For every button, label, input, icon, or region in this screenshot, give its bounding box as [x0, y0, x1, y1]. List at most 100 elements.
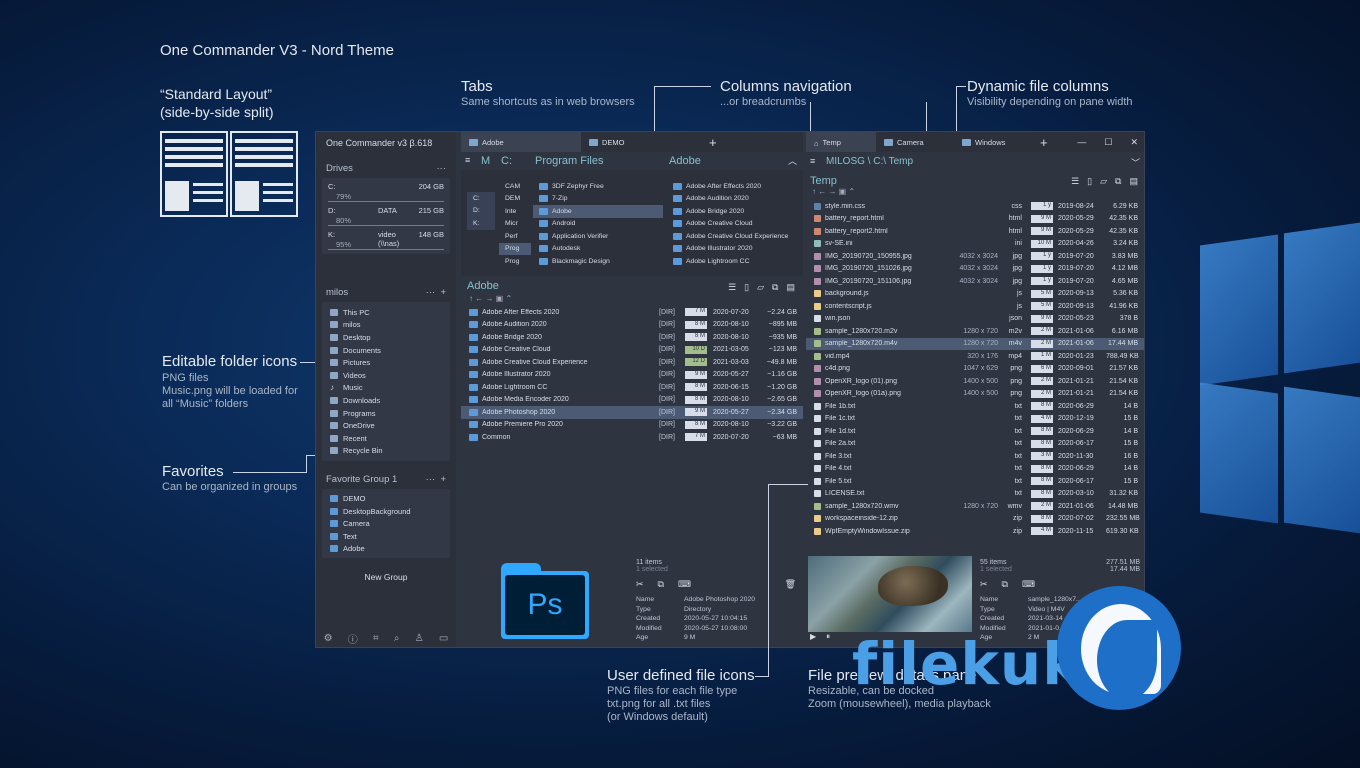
file-row[interactable]: OpenXR_logo (01).png 1400 x 500 png 2 M 2021…	[806, 375, 1144, 388]
place-desktop[interactable]: Desktop	[322, 331, 450, 344]
column-header[interactable]: M	[481, 155, 490, 167]
file-row[interactable]: vid.mp4 320 x 176 mp4 1 M 2020-01-23 788.49 K…	[806, 350, 1144, 363]
place-this-pc[interactable]: This PC	[322, 306, 450, 319]
layout-icon[interactable]: ⌗	[373, 633, 379, 644]
file-row[interactable]: background.js js 5 M 2020-09-13 5.36 KB	[806, 288, 1144, 301]
file-row[interactable]: File 1c.txt txt 4 M 2020-12-19 15 B	[806, 413, 1144, 426]
file-row[interactable]: battery_report.html html 9 M 2020-05-29 42.3…	[806, 213, 1144, 226]
folder-entry[interactable]: Adobe	[533, 205, 663, 218]
place-user[interactable]: milos	[322, 319, 450, 332]
file-row[interactable]: c4d.png 1047 x 629 png 6 M 2020-09-01 21.57 K…	[806, 363, 1144, 376]
chevron-down-icon[interactable]: ﹀	[1131, 156, 1140, 169]
file-row[interactable]: LICENSE.txt txt 8 M 2020-03-10 31.32 KB	[806, 488, 1144, 501]
minimize-icon[interactable]: —	[1077, 137, 1086, 148]
file-row[interactable]: WpfEmptyWindowIssue.zip zip 4 M 2020-11-15 6…	[806, 525, 1144, 538]
nav-arrows[interactable]: ↑ ← → ▣ ⌃	[812, 187, 855, 196]
new-tab-button[interactable]: +	[701, 135, 725, 150]
view-list-icon[interactable]: ☰	[728, 282, 736, 293]
window-icon[interactable]: ▭	[439, 633, 448, 644]
favorite-item[interactable]: Camera	[322, 517, 450, 530]
file-row[interactable]: Adobe Lightroom CC [DIR] 8 M 2020-06-15 ~1.2…	[461, 381, 803, 394]
folder-entry[interactable]: Adobe Lightroom CC	[667, 255, 797, 268]
file-row[interactable]: IMG_20190720_150955.jpg 4032 x 3024 jpg 1 y…	[806, 250, 1144, 263]
drive-entry[interactable]: D:	[467, 205, 495, 218]
file-row[interactable]: OpenXR_logo (01a).png 1400 x 500 png 2 M 202…	[806, 388, 1144, 401]
file-row[interactable]: File 3.txt txt 3 M 2020-11-30 16 B	[806, 450, 1144, 463]
file-row[interactable]: contentscript.js js 5 M 2020-09-13 41.96 KB	[806, 300, 1144, 313]
menu-icon[interactable]: ≡	[465, 155, 470, 165]
file-row[interactable]: sample_1280x720.m2v 1280 x 720 m2v 2 M 2021-…	[806, 325, 1144, 338]
trash-icon[interactable]: ▤	[786, 282, 795, 293]
favorite-item[interactable]: DEMO	[322, 492, 450, 505]
drive-item[interactable]: C: 204 GB 79%	[322, 180, 450, 204]
file-row[interactable]: File 2a.txt txt 8 M 2020-06-17 15 B	[806, 438, 1144, 451]
place-pictures[interactable]: Pictures	[322, 356, 450, 369]
drive-item[interactable]: D: DATA 215 GB 80%	[322, 204, 450, 228]
folder-entry[interactable]: CAM	[499, 180, 531, 193]
cut-icon[interactable]: ✂	[980, 579, 988, 590]
drive-item[interactable]: K: video (\\nas) 148 GB 95%	[322, 228, 450, 252]
new-folder-icon[interactable]: ▱	[1100, 176, 1107, 187]
file-row[interactable]: Adobe Media Encoder 2020 [DIR] 8 M 2020-08-…	[461, 394, 803, 407]
folder-entry[interactable]: Adobe Audition 2020	[667, 193, 797, 206]
place-programs[interactable]: Programs	[322, 407, 450, 420]
folder-entry[interactable]: 7-Zip	[533, 193, 663, 206]
folder-entry[interactable]: Adobe Creative Cloud	[667, 218, 797, 231]
file-row[interactable]: sv-SE.ini ini 10 M 2020-04-26 3.24 KB	[806, 238, 1144, 251]
file-row[interactable]: IMG_20190720_151106.jpg 4032 x 3024 jpg 1 y…	[806, 275, 1144, 288]
file-row[interactable]: Adobe Audition 2020 [DIR] 8 M 2020-08-10 ~89…	[461, 319, 803, 332]
new-group-button[interactable]: New Group	[341, 568, 431, 586]
folder-entry[interactable]: Prog	[499, 242, 531, 255]
folder-entry[interactable]: Blackmagic Design	[533, 255, 663, 268]
folder-entry[interactable]: Adobe Bridge 2020	[667, 205, 797, 218]
folder-entry[interactable]: Autodesk	[533, 243, 663, 256]
settings-icon[interactable]: ⚙	[324, 633, 333, 644]
folder-entry[interactable]: 3DF Zephyr Free	[533, 180, 663, 193]
new-tab-button[interactable]: +	[1032, 135, 1056, 150]
file-row[interactable]: File 1b.txt txt 8 M 2020-06-29 14 B	[806, 400, 1144, 413]
media-preview[interactable]	[808, 556, 972, 632]
file-row[interactable]: style.min.css css 1 y 2019-08-24 6.29 KB	[806, 200, 1144, 213]
rename-icon[interactable]: ⌨	[1022, 579, 1035, 590]
favorite-item[interactable]: DesktopBackground	[322, 505, 450, 518]
menu-icon[interactable]: ≡	[810, 156, 815, 166]
pause-icon[interactable]: ⏸	[826, 632, 830, 642]
user-group-add-button[interactable]: +	[440, 287, 446, 298]
file-row[interactable]: IMG_20190720_151026.jpg 4032 x 3024 jpg 1 y…	[806, 263, 1144, 276]
folder-entry[interactable]: Prog	[499, 255, 531, 268]
cut-icon[interactable]: ✂	[636, 579, 644, 590]
place-documents[interactable]: Documents	[322, 344, 450, 357]
drives-more-button[interactable]: ···	[437, 163, 447, 174]
file-row[interactable]: Adobe Illustrator 2020 [DIR] 9 M 2020-05-27…	[461, 369, 803, 382]
user-group-more-button[interactable]: ···	[426, 287, 436, 298]
close-icon[interactable]: ✕	[1130, 137, 1138, 148]
file-row[interactable]: Adobe Photoshop 2020 [DIR] 9 M 2020-05-27 ~2…	[461, 406, 803, 419]
favorite-item[interactable]: Text	[322, 530, 450, 543]
folder-entry[interactable]: Adobe Creative Cloud Experience	[667, 230, 797, 243]
rename-icon[interactable]: ⌨	[678, 579, 691, 590]
place-recycle-bin[interactable]: Recycle Bin	[322, 445, 450, 458]
file-row[interactable]: sample_1280x720.m4v 1280 x 720 m4v 2 M 2021-…	[806, 337, 1144, 350]
copy-icon[interactable]: ⧉	[1002, 579, 1008, 590]
view-list-icon[interactable]: ☰	[1071, 176, 1079, 187]
nav-arrows[interactable]: ↑ ← → ▣ ⌃	[469, 294, 512, 303]
favorite-item[interactable]: Adobe	[322, 543, 450, 556]
info-icon[interactable]: ⓘ	[348, 631, 358, 646]
file-row[interactable]: File 5.txt txt 8 M 2020-06-17 15 B	[806, 475, 1144, 488]
file-row[interactable]: battery_report2.html html 9 M 2020-05-29 42.…	[806, 225, 1144, 238]
tab-adobe[interactable]: Adobe	[461, 132, 581, 152]
copy-icon[interactable]: ⧉	[1115, 176, 1121, 187]
maximize-icon[interactable]: ☐	[1104, 137, 1112, 148]
file-row[interactable]: win.json json 9 M 2020-05-23 378 B	[806, 313, 1144, 326]
favorite-group-more-button[interactable]: ···	[426, 474, 436, 485]
file-row[interactable]: Adobe Bridge 2020 [DIR] 8 M 2020-08-10 ~935 …	[461, 331, 803, 344]
delete-icon[interactable]: 🗑	[785, 579, 796, 590]
drive-entry[interactable]: K:	[467, 217, 495, 230]
place-music[interactable]: ♪ Music	[322, 382, 450, 395]
file-row[interactable]: Adobe Premiere Pro 2020 [DIR] 8 M 2020-08-1…	[461, 419, 803, 432]
place-recent[interactable]: Recent	[322, 432, 450, 445]
new-file-icon[interactable]: ▯	[744, 282, 749, 293]
column-header[interactable]: Program Files	[535, 155, 603, 167]
tab-windows[interactable]: Windows	[954, 132, 1032, 152]
folder-entry[interactable]: DEM	[499, 193, 531, 206]
